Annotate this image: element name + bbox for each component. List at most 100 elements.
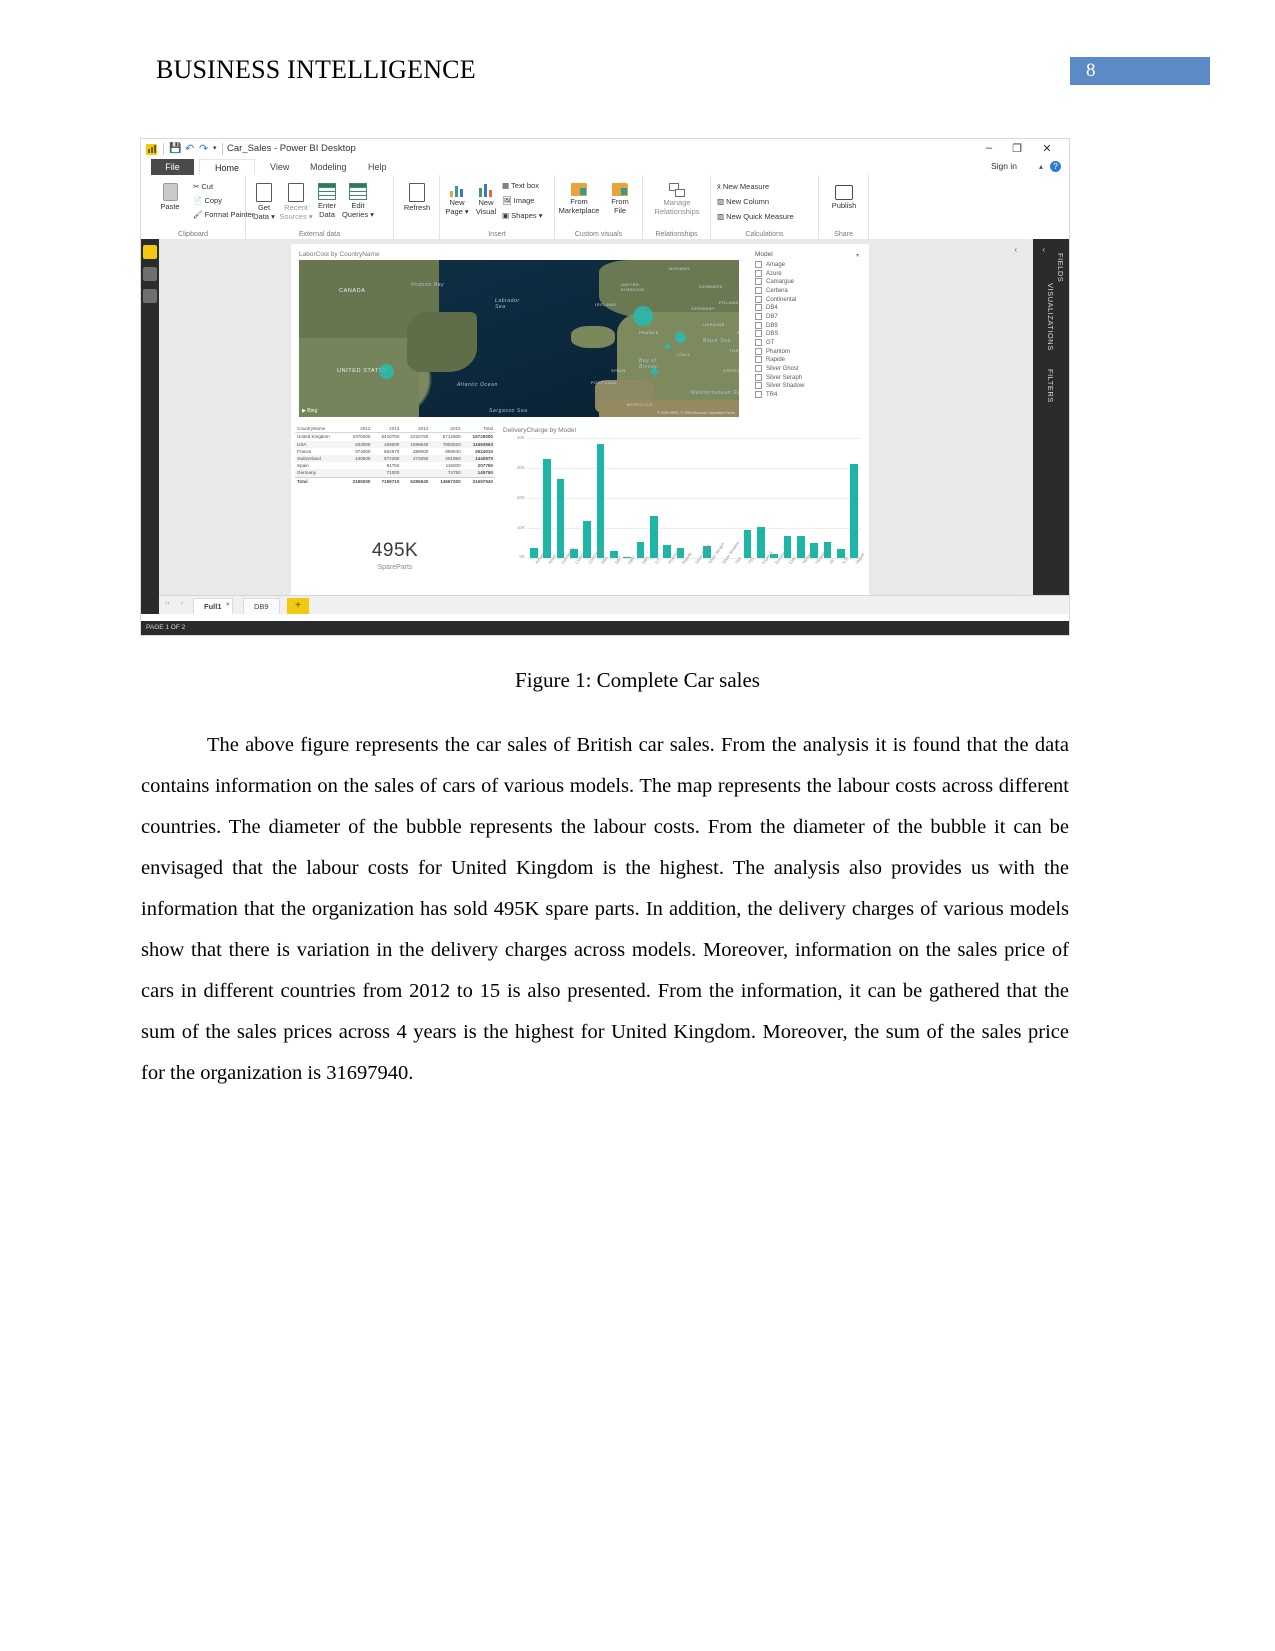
close-button[interactable]: ✕ [1039, 142, 1055, 155]
chevron-down-icon[interactable]: ▾ [856, 252, 859, 259]
chevron-left-icon-2[interactable]: ‹ [1042, 245, 1045, 254]
pane-label-visualizations[interactable]: VISUALIZATIONS [1046, 283, 1055, 351]
add-page-button[interactable]: + [287, 598, 309, 614]
slicer-item[interactable]: Azure [749, 269, 865, 279]
map-bubble-spain[interactable] [651, 368, 658, 375]
save-icon[interactable]: 💾 [169, 143, 181, 155]
tab-home[interactable]: Home [199, 159, 255, 175]
new-page-button[interactable]: New Page ▾ [442, 183, 472, 216]
minimize-button[interactable]: – [981, 142, 997, 154]
visual-bar-deliverycharge[interactable]: DeliveryCharge by Model 40K 30K 20K 10K … [499, 424, 866, 598]
slicer-item[interactable]: Amage [749, 261, 865, 270]
pane-label-fields[interactable]: FIELDS [1056, 253, 1065, 282]
slicer-item[interactable]: Rapide [749, 356, 865, 365]
visual-map-laborcost[interactable]: LaborCost by CountryName CANADA UNITED S… [295, 248, 743, 420]
page-tab-db9[interactable]: DB9 [243, 598, 280, 614]
slicer-item[interactable]: GT [749, 339, 865, 348]
get-data-button[interactable]: Get Data ▾ [249, 183, 279, 221]
checkbox-icon[interactable] [755, 278, 762, 286]
ribbon-collapse-icon[interactable]: ▴ [1039, 162, 1043, 171]
refresh-button[interactable]: Refresh [394, 183, 440, 213]
new-column-button[interactable]: ▧ New Column [717, 197, 769, 207]
bar[interactable] [797, 536, 805, 558]
prev-page-icon[interactable]: ‹ [181, 600, 183, 607]
bar[interactable] [556, 478, 565, 558]
redo-icon[interactable]: ↷ [199, 143, 208, 155]
paste-button[interactable]: Paste [147, 183, 193, 212]
slicer-item[interactable]: Phantom [749, 347, 865, 357]
map-bubble-switzerland[interactable] [665, 344, 670, 349]
shapes-button[interactable]: ▣ Shapes ▾ [502, 211, 542, 221]
map-bubble-france[interactable] [675, 332, 686, 343]
edit-queries-button[interactable]: Edit Queries ▾ [341, 183, 375, 219]
table-row[interactable]: Switzerland 140500 572260 273250 401960 … [295, 454, 495, 463]
bar[interactable] [636, 541, 645, 558]
checkbox-icon[interactable] [755, 287, 762, 295]
table-row[interactable]: Spain 91750 116000 207750 [295, 462, 495, 469]
customize-quick-access-icon[interactable]: ▾ [213, 143, 217, 155]
checkbox-icon[interactable] [755, 356, 762, 364]
image-button[interactable]: 🖼 Image [502, 196, 534, 206]
slicer-item[interactable]: Camargue [749, 278, 865, 287]
slicer-item[interactable]: Silver Shadow [749, 382, 865, 391]
recent-sources-button[interactable]: Recent Sources ▾ [279, 183, 313, 221]
checkbox-icon[interactable] [755, 373, 762, 381]
bar[interactable] [850, 463, 859, 558]
undo-icon[interactable]: ↶ [185, 143, 194, 155]
bar[interactable] [596, 444, 605, 558]
tab-file[interactable]: File [151, 159, 194, 175]
map-bubble-usa[interactable] [379, 364, 394, 379]
model-view-icon[interactable] [143, 289, 157, 303]
from-file-button[interactable]: From File [601, 183, 639, 215]
checkbox-icon[interactable] [755, 391, 762, 399]
checkbox-icon[interactable] [755, 365, 762, 373]
map-bubble-united-kingdom[interactable] [633, 306, 653, 326]
table-row[interactable]: Germany 71000 74750 145750 [295, 469, 495, 477]
slicer-item[interactable]: DB4 [749, 304, 865, 313]
slicer-item[interactable]: DB9 [749, 321, 865, 331]
new-quick-measure-button[interactable]: ▨ New Quick Measure [717, 212, 794, 222]
publish-button[interactable]: Publish [821, 185, 867, 211]
checkbox-icon[interactable] [755, 347, 762, 355]
checkbox-icon[interactable] [755, 321, 762, 329]
checkbox-icon[interactable] [755, 339, 762, 347]
new-measure-button[interactable]: x̄ New Measure [717, 182, 769, 192]
checkbox-icon[interactable] [755, 261, 762, 268]
visual-card-spareparts[interactable]: 495K SpareParts [295, 506, 495, 598]
copy-button[interactable]: 📄 Copy [193, 196, 222, 206]
close-icon[interactable]: × [226, 597, 230, 613]
slicer-item[interactable]: Silver Seraph [749, 373, 865, 383]
report-view-icon[interactable] [143, 245, 157, 259]
table-row[interactable]: United Kingdom 2375000 5410750 2220750 5… [295, 433, 495, 441]
slicer-item[interactable]: DB7 [749, 313, 865, 322]
checkbox-icon[interactable] [755, 330, 762, 338]
checkbox-icon[interactable] [755, 304, 762, 312]
text-box-button[interactable]: ▦ Text box [502, 181, 539, 191]
bar[interactable] [650, 516, 658, 558]
pane-collapse-strip[interactable]: ‹ [1014, 239, 1033, 614]
slicer-item[interactable]: Cerbera [749, 287, 865, 296]
pane-label-filters[interactable]: FILTERS [1046, 369, 1055, 403]
table-row[interactable]: USA 203000 193000 1598640 7902520 116635… [295, 440, 495, 448]
tab-view[interactable]: View [261, 159, 298, 175]
map-image[interactable]: CANADA UNITED STATES UNITED KINGDOM NORWA… [299, 260, 739, 417]
page-tab-full1[interactable]: Full1 × [193, 598, 233, 614]
new-visual-button[interactable]: New Visual [472, 183, 500, 216]
visual-table-sales[interactable]: CountryName 2012 2013 2014 2015 Total Un… [295, 424, 495, 499]
slicer-item[interactable]: TR4 [749, 391, 865, 400]
slicer-item[interactable]: Continental [749, 295, 865, 305]
cut-button[interactable]: ✂ Cut [193, 182, 213, 192]
bar[interactable] [743, 529, 752, 558]
bar[interactable] [543, 459, 551, 558]
help-icon[interactable]: ? [1050, 161, 1061, 172]
checkbox-icon[interactable] [755, 313, 762, 321]
bar[interactable] [756, 526, 765, 558]
visual-slicer-model[interactable]: Model ▾ Amage Azure Camargue Cerbera Con… [749, 248, 865, 420]
first-page-icon[interactable]: ‹‹ [165, 600, 170, 607]
tab-modeling[interactable]: Modeling [301, 159, 356, 175]
from-marketplace-button[interactable]: From Marketplace [557, 183, 601, 215]
slicer-item[interactable]: DBS [749, 330, 865, 339]
tab-help[interactable]: Help [359, 159, 396, 175]
checkbox-icon[interactable] [755, 269, 762, 277]
chevron-left-icon[interactable]: ‹ [1014, 245, 1017, 254]
